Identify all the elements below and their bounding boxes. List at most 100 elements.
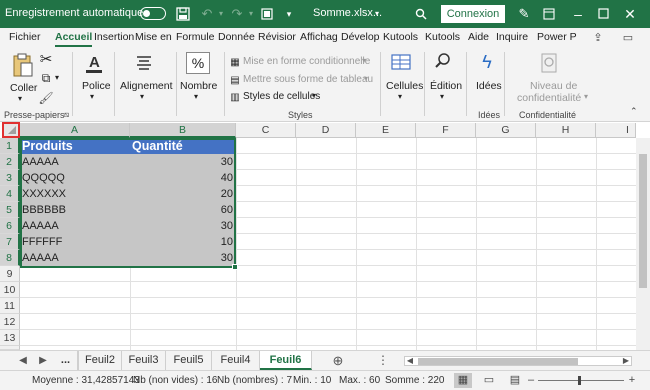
row-header-5[interactable]: 5 (0, 202, 20, 218)
police-button[interactable]: Police (82, 80, 111, 92)
maximize-icon[interactable] (592, 4, 614, 24)
tab-accueil[interactable]: Accueil (55, 31, 93, 47)
column-header-f[interactable]: F (416, 123, 476, 138)
percent-icon[interactable]: % (186, 52, 210, 74)
row-header-2[interactable]: 2 (0, 154, 20, 170)
ideas-icon[interactable]: ϟ (476, 52, 498, 72)
copy-dropdown-icon[interactable]: ▾ (52, 68, 62, 88)
zoom-out-icon[interactable]: – (526, 373, 536, 388)
alignement-button[interactable]: Alignement (120, 80, 173, 92)
cellules-button[interactable]: Cellules (386, 80, 423, 92)
search-edit-icon[interactable] (432, 52, 454, 76)
add-sheet-icon[interactable]: ⊕ (330, 351, 346, 370)
paste-dropdown-icon[interactable]: ▾ (18, 94, 22, 103)
zoom-in-icon[interactable]: + (626, 373, 638, 388)
tab-affichage[interactable]: Affichag (300, 31, 338, 43)
collapse-ribbon-icon[interactable]: ⌃ (630, 106, 638, 117)
cut-icon[interactable]: ✂ (38, 50, 54, 70)
row-header-10[interactable]: 10 (0, 282, 20, 298)
tab-kutools[interactable]: Kutools (383, 31, 418, 43)
alignement-dropdown-icon[interactable]: ▾ (140, 92, 144, 101)
sheet-tab-feuil6[interactable]: Feuil6 (260, 351, 312, 370)
spreadsheet-grid[interactable]: A B C D E F G H I 1 2 3 4 5 6 7 8 9 10 1… (0, 122, 650, 350)
row-header-1[interactable]: 1 (0, 138, 20, 154)
vertical-scroll-thumb[interactable] (639, 154, 647, 288)
zoom-slider-thumb[interactable] (578, 376, 581, 385)
sheet-ellipsis[interactable]: ... (54, 351, 78, 370)
styles-cellules-dropdown-icon[interactable]: ▾ (312, 91, 316, 100)
mfc-dropdown-icon[interactable]: ▾ (362, 56, 366, 65)
sensitivity-icon[interactable] (538, 52, 560, 74)
prev-sheet-icon[interactable]: ◀ (16, 351, 30, 370)
cellules-dropdown-icon[interactable]: ▾ (398, 92, 402, 101)
page-layout-view-icon[interactable]: ▭ (480, 373, 498, 388)
column-header-b[interactable]: B (130, 123, 236, 138)
row-header-9[interactable]: 9 (0, 266, 20, 282)
tab-formules[interactable]: Formule (176, 31, 215, 43)
horizontal-scroll-thumb[interactable] (418, 358, 578, 365)
tab-kutools-plus[interactable]: Kutools (425, 31, 460, 43)
row-header-4[interactable]: 4 (0, 186, 20, 202)
idees-button[interactable]: Idées (476, 80, 502, 92)
row-header-13[interactable]: 13 (0, 330, 20, 346)
edition-button[interactable]: Édition (430, 80, 462, 92)
column-header-h[interactable]: H (536, 123, 596, 138)
share-icon[interactable]: ⇪ (590, 30, 606, 46)
column-header-d[interactable]: D (296, 123, 356, 138)
cell-styles-icon[interactable]: ▥ (228, 88, 242, 108)
tab-aide[interactable]: Aide (468, 31, 489, 43)
row-header-6[interactable]: 6 (0, 218, 20, 234)
column-header-c[interactable]: C (236, 123, 296, 138)
clipboard-launcher-icon[interactable]: ⧅ (64, 110, 69, 120)
sheet-tab-feuil4[interactable]: Feuil4 (212, 351, 260, 370)
row-header-3[interactable]: 3 (0, 170, 20, 186)
fill-handle[interactable] (232, 264, 238, 270)
minimize-icon[interactable]: – (567, 4, 589, 24)
format-painter-icon[interactable]: 🖌 (38, 88, 54, 108)
customize-quick-access-icon[interactable]: ▾ (280, 4, 298, 24)
select-all-button[interactable] (2, 122, 20, 138)
font-icon[interactable]: A (84, 52, 104, 74)
row-header-12[interactable]: 12 (0, 314, 20, 330)
column-header-g[interactable]: G (476, 123, 536, 138)
column-header-e[interactable]: E (356, 123, 416, 138)
page-break-view-icon[interactable]: ▤ (506, 373, 524, 388)
ribbon-display-icon[interactable] (540, 4, 558, 24)
next-sheet-icon[interactable]: ▶ (36, 351, 50, 370)
paste-icon[interactable] (10, 52, 36, 80)
close-icon[interactable]: ✕ (619, 4, 641, 24)
police-dropdown-icon[interactable]: ▾ (90, 92, 94, 101)
zoom-slider-track[interactable] (538, 380, 624, 381)
tab-fichier[interactable]: Fichier (9, 31, 41, 43)
more-options-icon[interactable]: ⋮ (376, 351, 390, 370)
pen-icon[interactable]: ✎ (515, 4, 533, 24)
mfc-button[interactable]: Mise en forme conditionnelle (243, 56, 370, 67)
column-header-i[interactable]: I (596, 123, 636, 138)
mft-button[interactable]: Mettre sous forme de tableau (243, 74, 373, 85)
alignment-icon[interactable] (134, 53, 154, 77)
conditional-format-icon[interactable]: ▦ (228, 53, 242, 73)
niveau-label[interactable]: Niveau de (530, 80, 577, 92)
confidentialite-label[interactable]: confidentialité (517, 92, 581, 104)
confidentialite-dropdown-icon[interactable]: ▾ (584, 92, 588, 101)
tab-power-pivot[interactable]: Power P (537, 31, 577, 43)
tab-developpeur[interactable]: Dévelop (341, 31, 380, 43)
comments-icon[interactable]: ▭ (620, 30, 636, 46)
paste-button-label[interactable]: Coller (10, 82, 37, 94)
column-header-a[interactable]: A (20, 123, 130, 138)
normal-view-icon[interactable]: ▦ (454, 373, 472, 388)
cells-icon[interactable] (390, 52, 412, 74)
filename-dropdown-icon[interactable]: ▾ (368, 4, 386, 24)
tab-insertion[interactable]: Insertion (94, 31, 134, 43)
tab-revision[interactable]: Révisior (258, 31, 296, 43)
autosave-toggle[interactable] (140, 7, 166, 20)
tab-mise-en-page[interactable]: Mise en (135, 31, 172, 43)
edition-dropdown-icon[interactable]: ▾ (440, 92, 444, 101)
row-header-7[interactable]: 7 (0, 234, 20, 250)
scroll-right-icon[interactable]: ▶ (620, 351, 632, 370)
mft-dropdown-icon[interactable]: ▾ (364, 74, 368, 83)
tab-inquire[interactable]: Inquire (496, 31, 528, 43)
sheet-tab-feuil2[interactable]: Feuil2 (78, 351, 122, 370)
search-icon[interactable] (412, 4, 430, 24)
tab-donnees[interactable]: Donnée (218, 31, 255, 43)
